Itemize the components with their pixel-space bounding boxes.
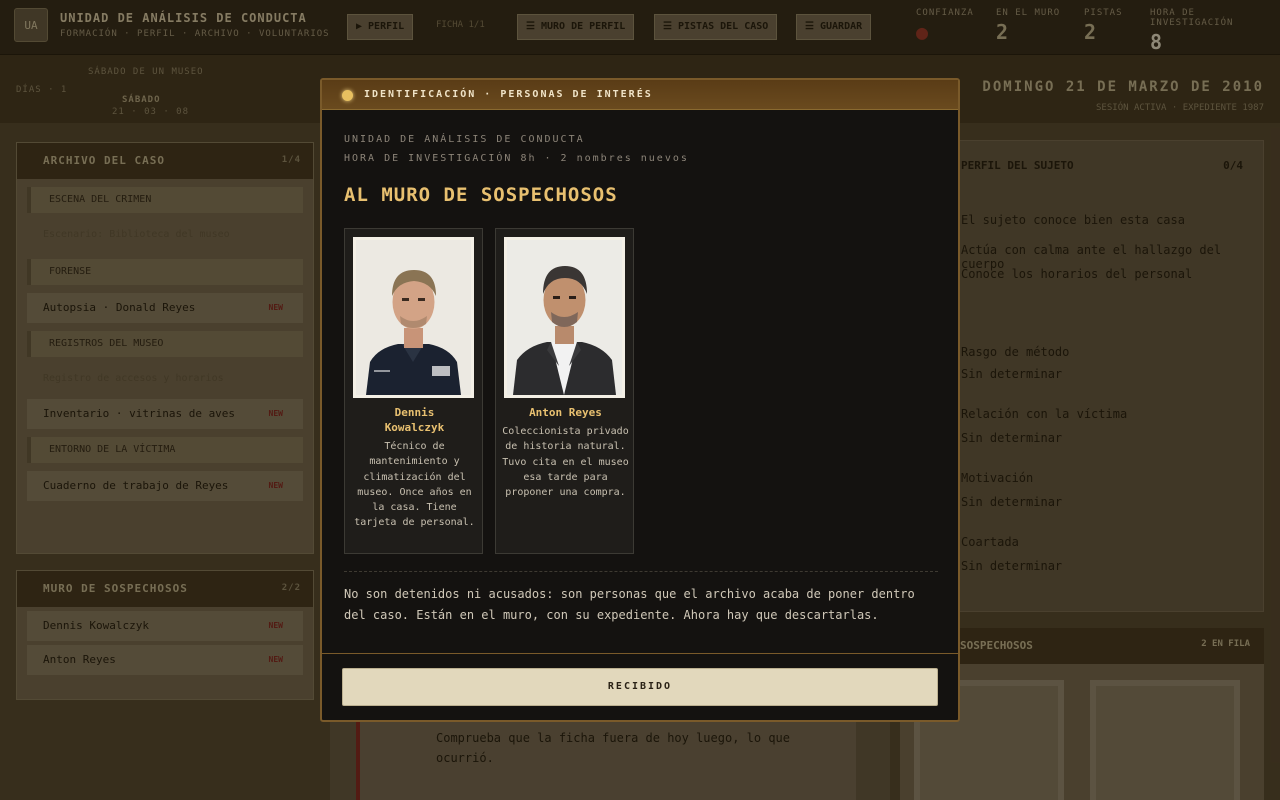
portrait-photo-icon [507, 240, 622, 395]
divider [344, 571, 938, 572]
unit-label: UNIDAD DE ANÁLISIS DE CONDUCTA [344, 134, 585, 145]
suspect-description: Coleccionista privado de historia natura… [502, 426, 629, 499]
modal-heading: AL MURO DE SOSPECHOSOS [344, 184, 618, 206]
received-button[interactable]: RECIBIDO [342, 668, 938, 706]
portrait-photo-icon [356, 240, 471, 395]
suspect-card[interactable]: Dennis Kowalczyk Técnico de mantenimiento… [344, 228, 483, 554]
suspect-name: Anton Reyes [529, 406, 602, 419]
portrait-photo-dennis [353, 237, 474, 398]
portrait-photo-anton [504, 237, 625, 398]
modal-body-text: No son detenidos ni acusados: son person… [344, 587, 915, 622]
suspect-name: Dennis Kowalczyk [384, 406, 445, 434]
status-light-icon [342, 90, 353, 101]
footer-divider [322, 653, 958, 654]
suspect-description: Técnico de mantenimiento y climatización… [354, 441, 475, 529]
modal-header: IDENTIFICACIÓN · PERSONAS DE INTERÉS [322, 80, 958, 110]
suspect-card[interactable]: Anton Reyes Coleccionista privado de his… [495, 228, 634, 554]
modal-title: IDENTIFICACIÓN · PERSONAS DE INTERÉS [364, 89, 653, 100]
identification-modal: IDENTIFICACIÓN · PERSONAS DE INTERÉS UNI… [320, 78, 960, 722]
investigation-hour-label: HORA DE INVESTIGACIÓN 8h · 2 nombres nue… [344, 153, 689, 164]
